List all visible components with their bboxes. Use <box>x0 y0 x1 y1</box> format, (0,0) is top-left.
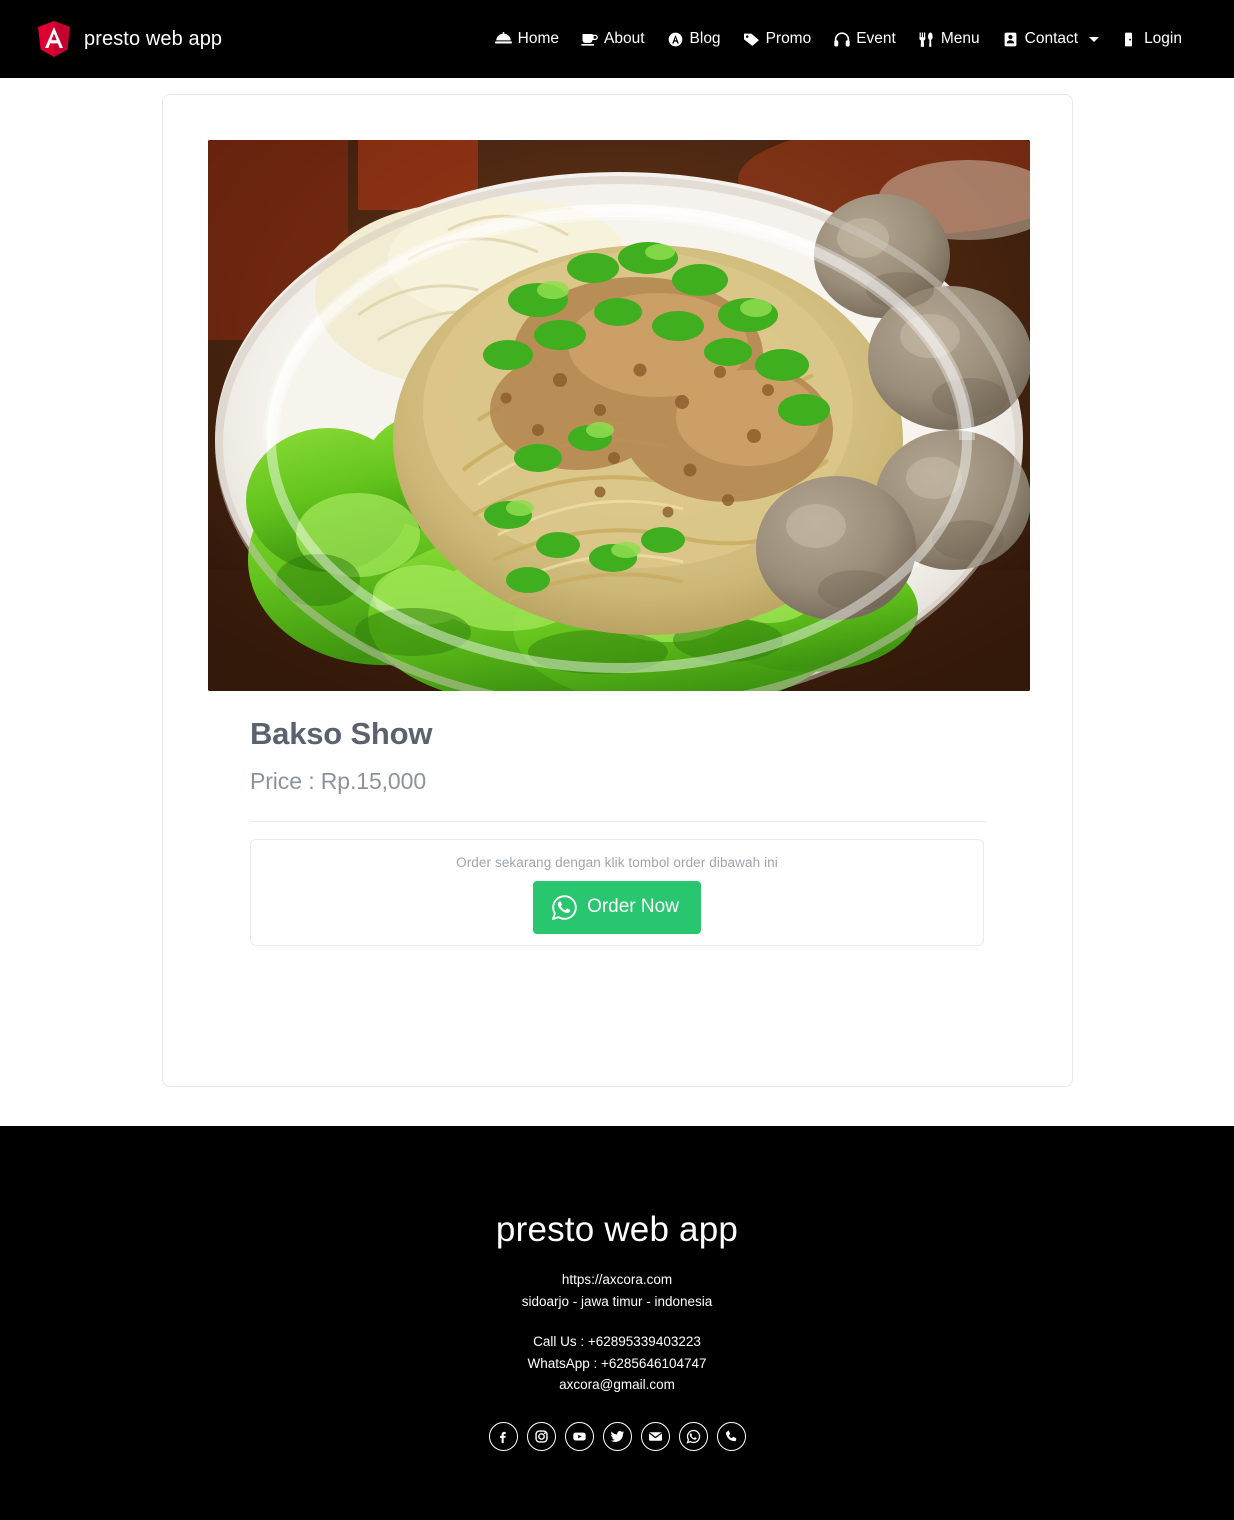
whatsapp-icon <box>685 1429 701 1444</box>
twitter-icon <box>610 1429 625 1444</box>
door-open-icon <box>1121 31 1138 47</box>
product-title: Bakso Show <box>250 716 433 751</box>
nav-label-promo: Promo <box>765 30 812 47</box>
footer-email: axcora@gmail.com <box>559 1377 675 1393</box>
utensils-icon <box>918 31 935 47</box>
nav-item-blog[interactable]: Blog <box>667 30 721 48</box>
coffee-cup-icon <box>581 31 598 47</box>
order-hint-text: Order sekarang dengan klik tombol order … <box>456 854 778 870</box>
angular-logo-icon <box>667 31 684 47</box>
social-whatsapp[interactable] <box>678 1422 708 1452</box>
angular-shield-icon <box>36 20 72 58</box>
nav-item-event[interactable]: Event <box>833 30 896 48</box>
nav-item-about[interactable]: About <box>581 30 645 48</box>
product-info: Bakso Show Price : Rp.15,000 Order sekar… <box>250 715 986 946</box>
footer-whatsapp: WhatsApp : +6285646104747 <box>527 1355 707 1371</box>
nav-label-about: About <box>604 30 645 47</box>
footer-call-us: Call Us : +62895339403223 <box>533 1333 701 1349</box>
nav-item-login[interactable]: Login <box>1121 30 1182 48</box>
envelope-icon <box>648 1429 663 1444</box>
product-card: Bakso Show Price : Rp.15,000 Order sekar… <box>162 94 1073 1087</box>
order-now-button[interactable]: Order Now <box>533 880 701 934</box>
nav-label-home: Home <box>517 30 560 47</box>
nav-label-blog: Blog <box>689 30 721 47</box>
order-now-label: Order Now <box>587 896 679 918</box>
top-navbar: presto web app Home About Blog Promo Eve… <box>0 0 1234 78</box>
social-links <box>0 1422 1234 1452</box>
footer-title: presto web app <box>495 1210 739 1249</box>
divider <box>250 820 986 822</box>
tag-icon <box>743 31 760 47</box>
product-price: Price : Rp.15,000 <box>250 767 427 794</box>
social-email[interactable] <box>640 1422 670 1452</box>
social-facebook[interactable] <box>488 1422 518 1452</box>
address-card-icon <box>1002 31 1019 47</box>
site-footer: presto web app https://axcora.com sidoar… <box>0 1126 1234 1520</box>
nav-item-promo[interactable]: Promo <box>743 30 812 48</box>
facebook-icon <box>496 1429 511 1444</box>
nav-item-menu[interactable]: Menu <box>918 30 980 48</box>
headphones-icon <box>833 31 850 47</box>
footer-address-block: https://axcora.com sidoarjo - jawa timur… <box>0 1269 1234 1313</box>
whatsapp-icon <box>551 894 578 921</box>
social-instagram[interactable] <box>526 1422 556 1452</box>
brand-text: presto web app <box>84 27 223 50</box>
social-phone[interactable] <box>716 1422 746 1452</box>
phone-icon <box>724 1429 739 1444</box>
chevron-down-icon <box>1089 36 1100 42</box>
nav-links: Home About Blog Promo Event Menu Contact… <box>494 30 1182 48</box>
main-content: Bakso Show Price : Rp.15,000 Order sekar… <box>0 78 1234 1126</box>
nav-label-contact: Contact <box>1024 30 1079 47</box>
instagram-icon <box>534 1429 549 1444</box>
nav-label-login: Login <box>1144 30 1182 47</box>
nav-label-event: Event <box>856 30 896 47</box>
product-image <box>208 140 1030 691</box>
social-twitter[interactable] <box>602 1422 632 1452</box>
nav-item-home[interactable]: Home <box>494 30 560 48</box>
footer-contact-block: Call Us : +62895339403223 WhatsApp : +62… <box>0 1331 1234 1397</box>
social-youtube[interactable] <box>564 1422 594 1452</box>
nav-label-menu: Menu <box>940 30 980 47</box>
food-dome-icon <box>494 31 512 47</box>
footer-address: sidoarjo - jawa timur - indonesia <box>521 1293 713 1309</box>
youtube-icon <box>572 1429 587 1444</box>
order-box: Order sekarang dengan klik tombol order … <box>250 838 984 946</box>
nav-item-contact[interactable]: Contact <box>1002 30 1100 48</box>
footer-website: https://axcora.com <box>561 1272 673 1287</box>
brand-link[interactable]: presto web app <box>36 20 222 58</box>
